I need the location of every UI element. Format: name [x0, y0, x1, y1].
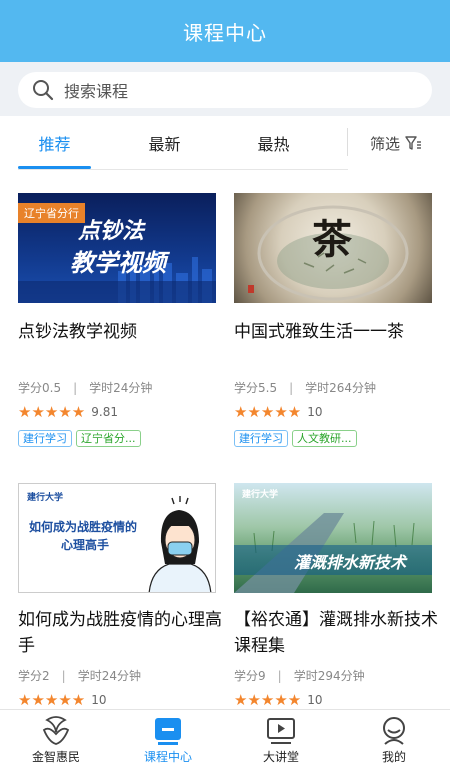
nav-label: 课程中心 [143, 750, 192, 764]
course-hours: 学时24分钟 [89, 381, 153, 395]
lecture-hall-icon [267, 718, 295, 744]
jinzhi-logo-icon [42, 716, 70, 745]
search-placeholder: 搜索课程 [64, 82, 129, 101]
tab-hottest[interactable]: 最热 [237, 116, 310, 170]
course-title: 如何成为战胜疫情的心理高手 [18, 610, 222, 656]
rating-score: 10 [307, 693, 323, 707]
doctor-illustration [148, 496, 212, 592]
nav-label: 大讲堂 [262, 750, 299, 764]
course-rating: ★★★★★ 9.81 [18, 403, 118, 421]
header-bar: 课程中心 [0, 0, 450, 62]
course-center-icon [155, 718, 181, 745]
thumbnail-line2: 教学视频 [70, 249, 166, 277]
search-input[interactable]: 搜索课程 [18, 72, 432, 108]
meta-separator: | [289, 380, 294, 395]
nav-profile[interactable]: 我的 [338, 710, 450, 769]
meta-separator: | [73, 380, 78, 395]
course-tags: 建行学习 人文教研... [234, 430, 357, 447]
course-thumbnail: 茶 [234, 193, 432, 303]
thumbnail-caption: 灌溉排水新技术 [294, 553, 407, 572]
course-thumbnail: 辽宁省分行 点钞法 教学视频 [18, 193, 216, 303]
course-rating: ★★★★★ 10 [18, 691, 107, 709]
meta-separator: | [277, 668, 282, 683]
page-title: 课程中心 [183, 20, 267, 45]
nav-label: 金智惠民 [31, 750, 80, 764]
thumbnail-logo: 建行大学 [242, 490, 279, 500]
course-rating: ★★★★★ 10 [234, 403, 323, 421]
course-meta: 学分2 | 学时24分钟 [18, 667, 141, 684]
course-credit: 学分2 [18, 669, 50, 683]
profile-icon [383, 717, 405, 745]
course-tag: 建行学习 [18, 430, 72, 447]
search-icon [33, 80, 54, 101]
star-rating: ★★★★★ [18, 403, 86, 421]
tabs-divider [18, 169, 348, 170]
filter-label: 筛选 [370, 134, 401, 153]
course-hours: 学时24分钟 [77, 669, 141, 683]
course-thumbnail: 建行大学 如何成为战胜疫情的 心理高手 [18, 483, 216, 593]
course-meta: 学分0.5 | 学时24分钟 [18, 379, 152, 396]
course-tag: 人文教研... [292, 430, 357, 447]
star-rating: ★★★★★ [234, 403, 302, 421]
rating-score: 10 [307, 405, 323, 419]
course-credit: 学分5.5 [234, 381, 278, 395]
course-meta: 学分5.5 | 学时264分钟 [234, 379, 376, 396]
star-rating: ★★★★★ [234, 691, 302, 709]
thumbnail-calligraphy: 茶 [312, 216, 352, 263]
filter-icon [405, 136, 422, 150]
course-thumbnail: 建行大学 灌溉排水新技术 [234, 483, 432, 593]
nav-lecture-hall[interactable]: 大讲堂 [225, 710, 337, 769]
course-tag: 建行学习 [234, 430, 288, 447]
thumbnail-line1: 点钞法 [78, 219, 145, 244]
rating-score: 10 [91, 693, 107, 707]
course-tag: 辽宁省分... [76, 430, 141, 447]
filter-button[interactable]: 筛选 [370, 116, 422, 170]
course-hours: 学时264分钟 [305, 381, 377, 395]
filter-separator [347, 128, 348, 156]
course-tags: 建行学习 辽宁省分... [18, 430, 141, 447]
rating-score: 9.81 [91, 405, 118, 419]
course-title: 中国式雅致生活一一茶 [234, 322, 404, 342]
tab-recommended[interactable]: 推荐 [18, 116, 91, 170]
course-hours: 学时294分钟 [293, 669, 365, 683]
course-meta: 学分9 | 学时294分钟 [234, 667, 365, 684]
course-title: 【裕农通】灌溉排水新技术课程集 [234, 610, 438, 656]
bottom-navigation: 金智惠民 课程中心 大讲堂 我的 [0, 709, 450, 769]
course-title: 点钞法教学视频 [18, 322, 137, 342]
search-area: 搜索课程 [0, 62, 450, 116]
nav-label: 我的 [381, 750, 406, 764]
thumbnail-badge: 辽宁省分行 [18, 203, 85, 223]
nav-course-center[interactable]: 课程中心 [112, 710, 224, 769]
nav-jinzhi[interactable]: 金智惠民 [0, 710, 112, 769]
tab-newest[interactable]: 最新 [128, 116, 201, 170]
course-credit: 学分9 [234, 669, 266, 683]
meta-separator: | [61, 668, 66, 683]
star-rating: ★★★★★ [18, 691, 86, 709]
course-rating: ★★★★★ 10 [234, 691, 323, 709]
course-credit: 学分0.5 [18, 381, 62, 395]
